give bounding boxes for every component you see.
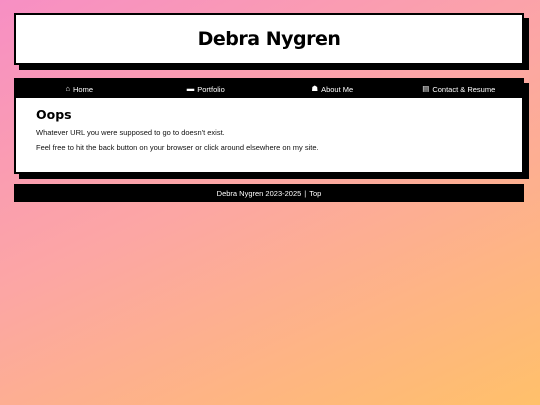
site-header: Debra Nygren bbox=[14, 13, 524, 65]
error-message: Whatever URL you were supposed to go to … bbox=[36, 128, 225, 137]
nav-item-contact-resume[interactable]: ▤ Contact & Resume bbox=[396, 85, 523, 94]
footer-copyright: Debra Nygren 2023-2025 bbox=[216, 188, 302, 198]
main-nav: ⌂ Home ▬ Portfolio ☗ About Me ▤ Contact … bbox=[16, 80, 522, 98]
nav-item-home[interactable]: ⌂ Home bbox=[16, 85, 143, 94]
nav-item-label: Portfolio bbox=[197, 84, 225, 94]
page-content: Oops Whatever URL you were supposed to g… bbox=[16, 98, 522, 152]
nav-item-label: Home bbox=[73, 84, 94, 94]
site-footer: Debra Nygren 2023-2025 | Top bbox=[14, 184, 524, 202]
back-to-top-link[interactable]: Top bbox=[309, 189, 321, 198]
home-icon: ⌂ bbox=[65, 84, 70, 94]
nav-item-label: Contact & Resume bbox=[432, 84, 496, 94]
nav-item-about-me[interactable]: ☗ About Me bbox=[269, 85, 396, 94]
folder-icon: ▬ bbox=[186, 84, 195, 94]
nav-item-label: About Me bbox=[321, 84, 354, 94]
file-icon: ▤ bbox=[422, 84, 430, 94]
site-title[interactable]: Debra Nygren bbox=[198, 28, 341, 50]
nav-item-portfolio[interactable]: ▬ Portfolio bbox=[143, 85, 270, 94]
page-heading: Oops bbox=[36, 107, 72, 122]
user-icon: ☗ bbox=[311, 84, 319, 94]
help-message: Feel free to hit the back button on your… bbox=[36, 143, 319, 152]
main-panel: ⌂ Home ▬ Portfolio ☗ About Me ▤ Contact … bbox=[14, 78, 524, 174]
footer-separator: | bbox=[304, 188, 307, 198]
